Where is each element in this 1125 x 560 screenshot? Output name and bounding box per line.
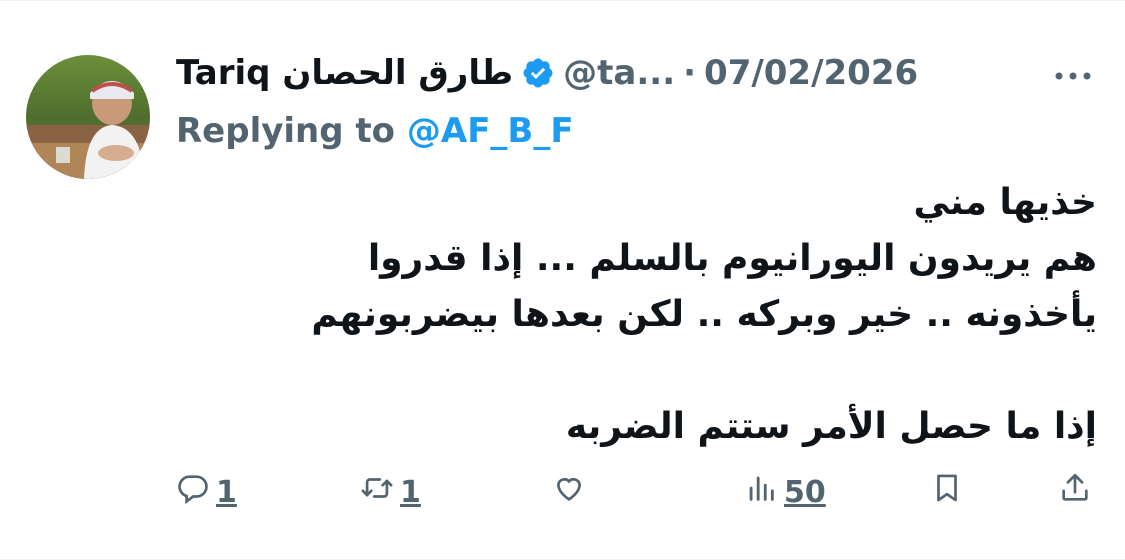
tweet-date[interactable]: 07/02/2026 — [704, 53, 918, 93]
body-line: هم يريدون اليورانيوم بالسلم ... إذا قدرو… — [367, 238, 1097, 279]
retweet-icon — [360, 471, 394, 513]
tweet-body: خذيها مني هم يريدون اليورانيوم بالسلم ..… — [197, 175, 1097, 455]
body-line-blank — [197, 343, 1097, 399]
author-handle[interactable]: @ta... — [563, 53, 675, 93]
more-options-icon[interactable] — [1050, 61, 1096, 91]
share-icon — [1058, 471, 1092, 513]
like-button[interactable] — [552, 467, 586, 517]
views-button[interactable]: 50 — [744, 467, 826, 517]
views-count: 50 — [784, 474, 826, 510]
reply-count: 1 — [216, 474, 237, 510]
reply-button[interactable]: 1 — [176, 467, 237, 517]
bookmark-icon — [930, 471, 964, 513]
body-line: خذيها مني — [913, 182, 1097, 223]
author-name[interactable]: Tariq طارق الحصان — [176, 53, 513, 93]
views-icon — [744, 471, 778, 513]
action-bar: 1 1 50 — [0, 467, 1125, 517]
replying-prefix: Replying to — [176, 111, 396, 151]
share-button[interactable] — [1058, 467, 1092, 517]
verified-badge-icon — [521, 56, 555, 90]
reply-icon — [176, 471, 210, 513]
retweet-button[interactable]: 1 — [360, 467, 421, 517]
separator-dot: · — [683, 53, 697, 93]
replying-mention-link[interactable]: @AF_B_F — [407, 111, 574, 151]
bookmark-button[interactable] — [930, 467, 964, 517]
avatar[interactable] — [26, 55, 150, 179]
like-icon — [552, 471, 586, 513]
replying-to: Replying to @AF_B_F — [176, 111, 574, 151]
body-line: يأخذونه .. خير وبركه .. لكن بعدها بيضربو… — [311, 294, 1097, 335]
retweet-count: 1 — [400, 474, 421, 510]
body-line: إذا ما حصل الأمر ستتم الضربه — [565, 406, 1097, 447]
tweet-card: Tariq طارق الحصان @ta... · 07/02/2026 Re… — [0, 0, 1125, 560]
tweet-header: Tariq طارق الحصان @ta... · 07/02/2026 — [176, 51, 918, 95]
